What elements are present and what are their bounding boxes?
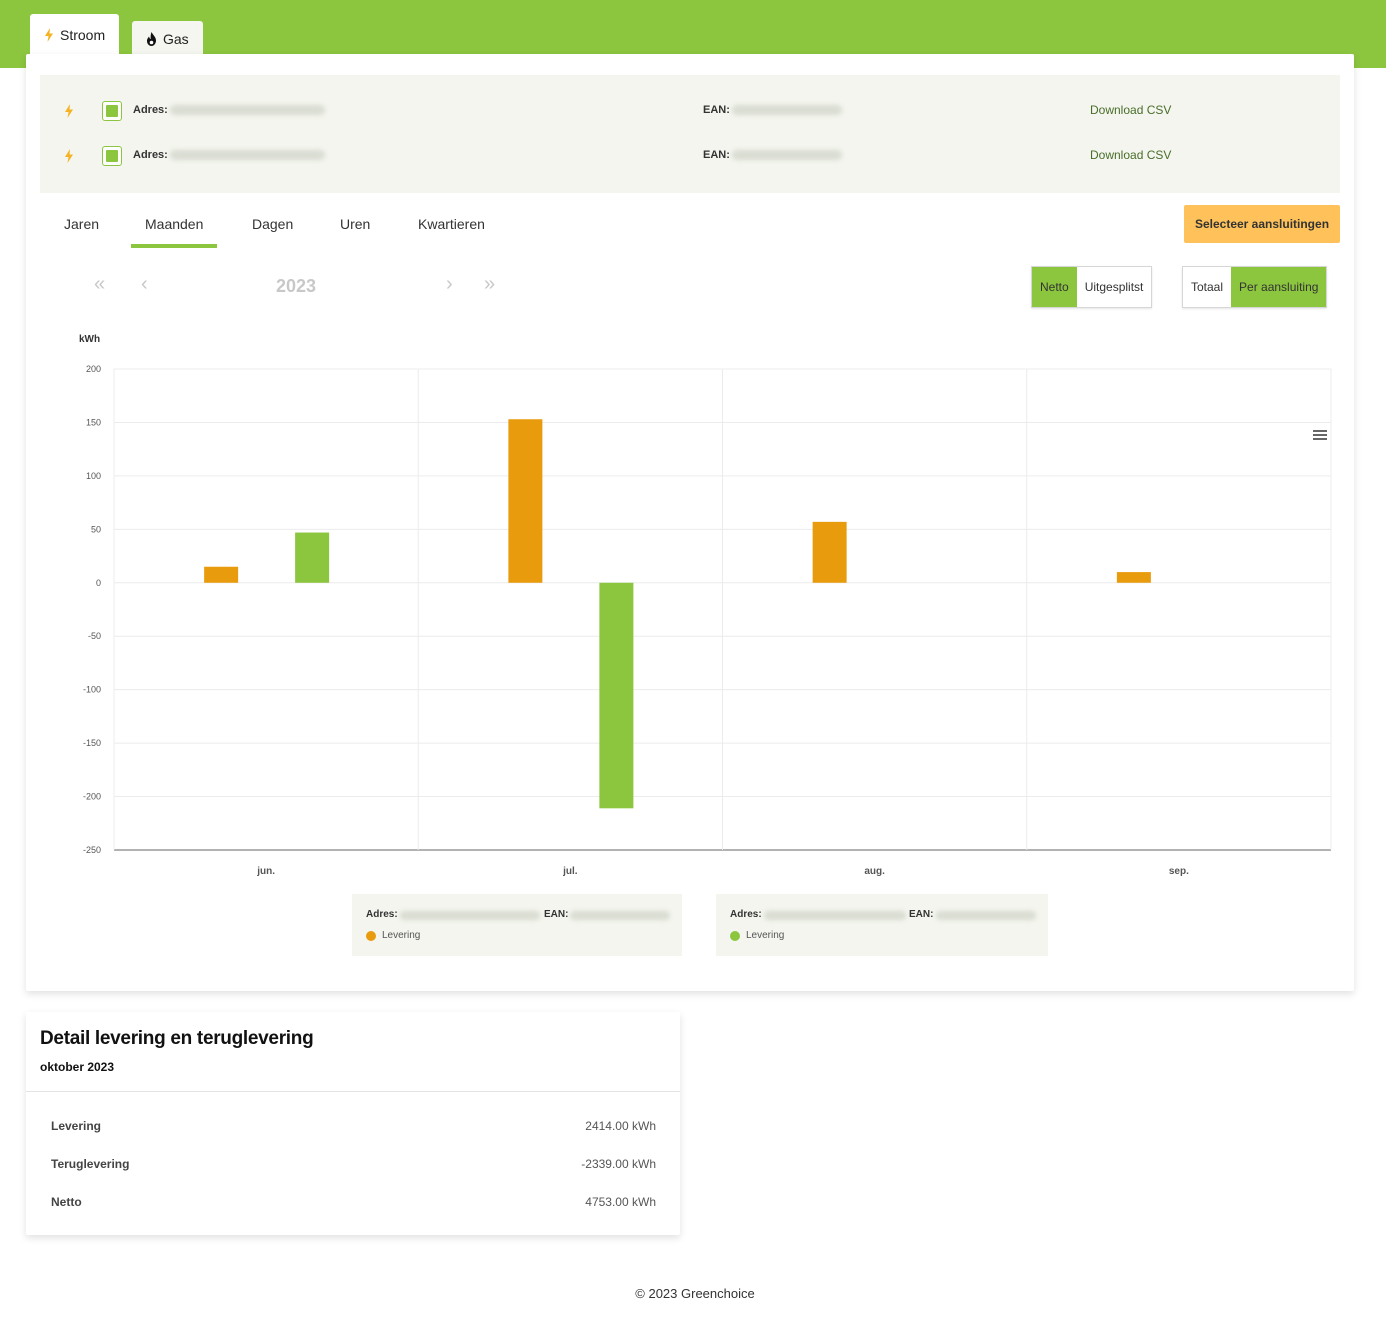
hamburger-icon[interactable] — [1313, 430, 1327, 440]
bar-jun-series1[interactable] — [204, 566, 239, 583]
ean-label: EAN: — [703, 149, 730, 161]
chart-bars — [204, 419, 1151, 809]
y-tick-label: -100 — [83, 685, 101, 695]
x-tick-label: sep. — [1169, 866, 1189, 877]
detail-row-label: Netto — [51, 1195, 82, 1209]
ean-value-redacted — [732, 150, 842, 160]
detail-card: Detail levering en teruglevering oktober… — [26, 1012, 680, 1235]
y-tick-label: -150 — [83, 738, 101, 748]
netto-toggle[interactable]: Netto — [1032, 267, 1077, 307]
tab-maanden[interactable]: Maanden — [130, 216, 218, 248]
connection-checkbox[interactable] — [102, 146, 122, 166]
ean-label: EAN: — [703, 104, 730, 116]
y-tick-label: 100 — [86, 471, 101, 481]
footer-copyright: © 2023 Greenchoice — [635, 1286, 755, 1301]
flame-icon — [147, 31, 156, 46]
chart-labels: 200 150 100 50 0 -50 -100 -150 -200 -250 jun. jul. a… — [83, 364, 1189, 877]
prev-period-button[interactable]: ‹ — [141, 273, 148, 296]
tab-dagen[interactable]: Dagen — [252, 216, 293, 232]
legend-series-label: Levering — [746, 930, 785, 941]
detail-row-label: Teruglevering — [51, 1157, 130, 1171]
per-aansluiting-toggle[interactable]: Per aansluiting — [1231, 267, 1327, 307]
detail-title: Detail levering en teruglevering — [40, 1028, 314, 1049]
select-connections-button[interactable]: Selecteer aansluitingen — [1184, 205, 1340, 243]
y-axis-label: kWh — [79, 334, 100, 345]
x-tick-label: jul. — [562, 866, 578, 877]
ean-value-redacted — [570, 911, 670, 920]
bar-jun-series2[interactable] — [295, 532, 330, 583]
connection-row: Adres: EAN: Download CSV — [40, 141, 1340, 171]
legend-item[interactable]: Adres: EAN: Levering — [352, 894, 682, 956]
y-tick-label: 200 — [86, 364, 101, 374]
detail-subtitle: oktober 2023 — [40, 1060, 115, 1074]
address-value-redacted — [170, 105, 325, 115]
y-tick-label: 50 — [91, 524, 101, 534]
usage-card: Adres: EAN: Download CSV Adres: EAN: Dow… — [26, 54, 1354, 991]
usage-chart: 200 150 100 50 0 -50 -100 -150 -200 -250 jun. jul. a… — [79, 334, 1332, 877]
legend-dot — [366, 930, 376, 941]
connection-row: Adres: EAN: Download CSV — [40, 96, 1340, 126]
divider — [26, 1091, 680, 1092]
bolt-icon — [65, 104, 73, 118]
download-csv-link[interactable]: Download CSV — [1090, 103, 1171, 117]
detail-row-value: 2414.00 kWh — [585, 1119, 656, 1133]
bar-jul-series1[interactable] — [508, 419, 543, 583]
ean-value-redacted — [936, 911, 1036, 920]
bar-jul-series2[interactable] — [599, 582, 634, 809]
detail-row-value: -2339.00 kWh — [581, 1157, 656, 1171]
download-csv-link[interactable]: Download CSV — [1090, 148, 1171, 162]
address-value-redacted — [400, 911, 540, 920]
bolt-icon — [65, 149, 73, 163]
tab-jaren[interactable]: Jaren — [64, 216, 99, 232]
tab-gas[interactable]: Gas — [132, 21, 203, 56]
y-tick-label: -200 — [83, 792, 101, 802]
y-tick-label: 0 — [96, 578, 101, 588]
last-period-button[interactable]: » — [484, 273, 495, 296]
legend-ean-label: EAN: — [544, 909, 569, 920]
chart-grid — [113, 368, 1332, 851]
y-tick-label: -250 — [83, 845, 101, 855]
netto-split-toggle: Netto Uitgesplitst — [1031, 266, 1153, 308]
tab-kwartieren[interactable]: Kwartieren — [418, 216, 485, 232]
address-value-redacted — [170, 150, 325, 160]
y-tick-label: -50 — [88, 631, 101, 641]
legend-address-label: Adres: — [730, 909, 762, 920]
legend-item[interactable]: Adres: EAN: Levering — [716, 894, 1048, 956]
legend-ean-label: EAN: — [909, 909, 934, 920]
uitgesplitst-toggle[interactable]: Uitgesplitst — [1076, 267, 1152, 307]
address-value-redacted — [764, 911, 906, 920]
total-per-connection-toggle: Totaal Per aansluiting — [1182, 266, 1328, 308]
first-period-button[interactable]: « — [94, 273, 105, 296]
connection-checkbox[interactable] — [102, 101, 122, 121]
tab-stroom[interactable]: Stroom — [30, 14, 120, 56]
detail-row-value: 4753.00 kWh — [585, 1195, 656, 1209]
totaal-toggle[interactable]: Totaal — [1183, 267, 1232, 307]
legend-address-label: Adres: — [366, 909, 398, 920]
tab-gas-label: Gas — [163, 30, 189, 47]
tab-uren[interactable]: Uren — [340, 216, 370, 232]
legend-series-label: Levering — [382, 930, 421, 941]
x-tick-label: jun. — [256, 866, 275, 877]
next-period-button[interactable]: › — [446, 273, 453, 296]
address-label: Adres: — [133, 104, 168, 116]
address-label: Adres: — [133, 149, 168, 161]
period-year: 2023 — [276, 276, 317, 296]
x-tick-label: aug. — [864, 866, 885, 877]
bar-sep-series1[interactable] — [1116, 572, 1151, 583]
connections-panel: Adres: EAN: Download CSV Adres: EAN: Dow… — [40, 75, 1340, 193]
detail-row-label: Levering — [51, 1119, 102, 1133]
bolt-icon — [45, 28, 53, 42]
tab-stroom-label: Stroom — [60, 27, 106, 43]
ean-value-redacted — [732, 105, 842, 115]
bar-aug-series1[interactable] — [812, 521, 847, 583]
legend-dot — [730, 930, 740, 941]
y-tick-label: 150 — [86, 417, 101, 427]
